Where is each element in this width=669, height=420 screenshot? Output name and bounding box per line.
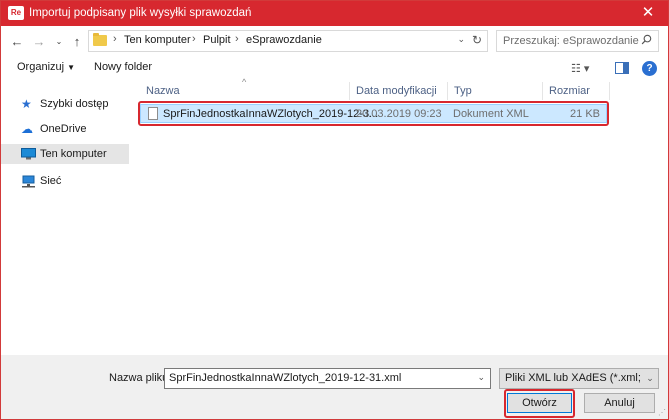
title-bar[interactable]: Re Importuj podpisany plik wysyłki spraw… bbox=[1, 1, 668, 26]
window-title: Importuj podpisany plik wysyłki sprawozd… bbox=[29, 7, 252, 19]
dialog-footer: Nazwa pliku: SprFinJednostkaInnaWZlotych… bbox=[1, 355, 668, 419]
file-open-dialog: Re Importuj podpisany plik wysyłki spraw… bbox=[0, 0, 669, 420]
organize-dropdown-icon: ▼ bbox=[67, 63, 76, 72]
selected-row-highlight bbox=[138, 101, 609, 126]
column-divider[interactable] bbox=[349, 82, 350, 100]
search-placeholder: Przeszukaj: eSprawozdanie bbox=[503, 35, 639, 47]
preview-pane-icon[interactable] bbox=[615, 62, 629, 74]
sidebar-item-onedrive[interactable]: ☁ OneDrive bbox=[1, 119, 129, 139]
up-arrow-icon[interactable]: ↑ bbox=[69, 34, 85, 50]
file-list: ^ Nazwa Data modyfikacji Typ Rozmiar Spr… bbox=[134, 77, 668, 355]
file-type-dropdown-chevron-icon: ⌄ bbox=[642, 369, 658, 388]
breadcrumb-separator-icon: › bbox=[192, 33, 196, 45]
address-dropdown-chevron-icon[interactable]: ⌄ bbox=[457, 34, 465, 45]
column-divider[interactable] bbox=[609, 82, 610, 100]
close-button[interactable]: ✕ bbox=[634, 3, 662, 23]
navigation-bar: ← → ⌄ ↑ › Ten komputer › Pulpit › eSpraw… bbox=[1, 26, 668, 58]
sidebar-item-quick-access[interactable]: ★ Szybki dostęp bbox=[1, 94, 129, 114]
search-box[interactable]: Przeszukaj: eSprawozdanie bbox=[496, 30, 659, 52]
cancel-button[interactable]: Anuluj bbox=[584, 393, 655, 413]
breadcrumb-this-pc[interactable]: Ten komputer bbox=[124, 34, 191, 46]
open-button-highlight bbox=[504, 389, 575, 418]
folder-icon bbox=[93, 33, 107, 46]
app-logo-icon: Re bbox=[8, 6, 24, 20]
search-icon bbox=[641, 34, 652, 45]
sidebar-item-label: OneDrive bbox=[40, 123, 87, 135]
filename-input[interactable]: SprFinJednostkaInnaWZlotych_2019-12-31.x… bbox=[164, 368, 491, 389]
filename-value: SprFinJednostkaInnaWZlotych_2019-12-31.x… bbox=[169, 372, 402, 384]
recent-locations-chevron-icon[interactable]: ⌄ bbox=[51, 34, 67, 50]
breadcrumb-separator-icon: › bbox=[235, 33, 239, 45]
column-divider[interactable] bbox=[447, 82, 448, 100]
filename-label: Nazwa pliku: bbox=[109, 372, 172, 384]
new-folder-button[interactable]: Nowy folder bbox=[94, 61, 152, 73]
resize-grip-icon[interactable]: ⋰ bbox=[658, 408, 666, 417]
star-icon: ★ bbox=[21, 97, 32, 111]
address-bar[interactable]: › Ten komputer › Pulpit › eSprawozdanie … bbox=[88, 30, 488, 52]
sidebar-item-label: Szybki dostęp bbox=[40, 98, 109, 110]
network-icon bbox=[21, 175, 35, 188]
view-options-icon[interactable]: ☷ ▾ bbox=[571, 62, 589, 75]
sidebar-item-label: Sieć bbox=[40, 175, 62, 187]
navigation-pane: ★ Szybki dostęp ☁ OneDrive Ten komputer bbox=[1, 80, 134, 355]
organize-menu-button[interactable]: Organizuj ▼ bbox=[17, 61, 75, 73]
column-divider[interactable] bbox=[542, 82, 543, 100]
filename-dropdown-chevron-icon[interactable]: ⌄ bbox=[477, 372, 485, 383]
cloud-icon: ☁ bbox=[21, 122, 33, 136]
help-icon[interactable]: ? bbox=[642, 61, 657, 76]
file-type-value: Pliki XML lub XAdES (*.xml; *.Xa bbox=[505, 372, 659, 384]
back-arrow-icon[interactable]: ← bbox=[9, 34, 25, 50]
command-toolbar: Organizuj ▼ Nowy folder ☷ ▾ ? bbox=[1, 58, 668, 80]
breadcrumb-desktop[interactable]: Pulpit bbox=[203, 34, 231, 46]
refresh-icon[interactable]: ↻ bbox=[472, 33, 482, 47]
file-type-select[interactable]: Pliki XML lub XAdES (*.xml; *.Xa ⌄ bbox=[499, 368, 659, 389]
breadcrumb-separator-icon: › bbox=[113, 33, 117, 45]
forward-arrow-icon[interactable]: → bbox=[31, 34, 47, 50]
sidebar-item-this-pc[interactable]: Ten komputer bbox=[1, 144, 129, 164]
organize-label: Organizuj bbox=[17, 61, 65, 73]
sort-ascending-icon: ^ bbox=[242, 77, 247, 87]
sidebar-item-network[interactable]: Sieć bbox=[1, 171, 129, 191]
sidebar-item-label: Ten komputer bbox=[40, 148, 107, 160]
breadcrumb-esprawozdanie[interactable]: eSprawozdanie bbox=[246, 34, 322, 46]
computer-icon bbox=[21, 148, 36, 160]
